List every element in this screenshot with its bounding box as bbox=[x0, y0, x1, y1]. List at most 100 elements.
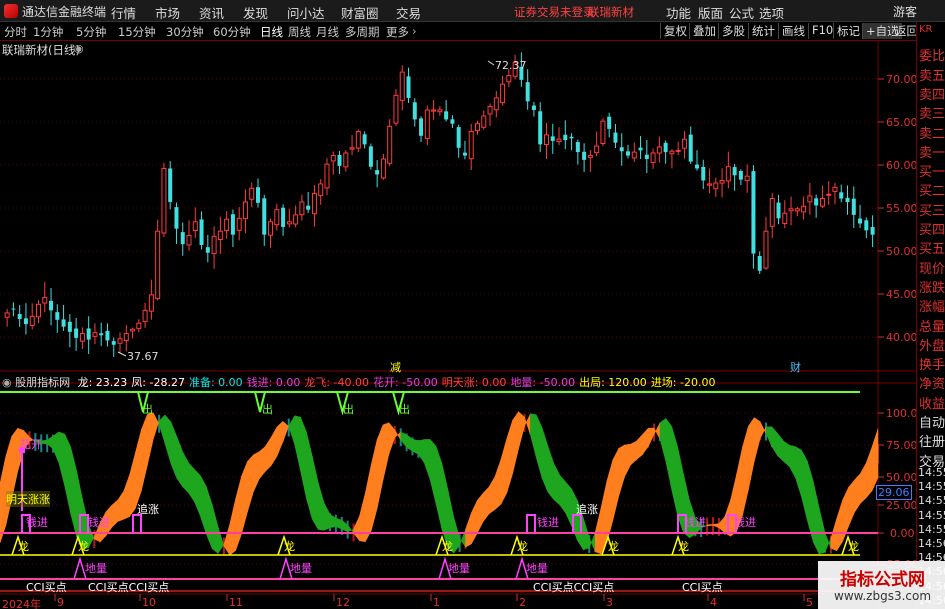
toolbar-restore-rights[interactable]: 复权 bbox=[660, 23, 690, 39]
signal-long-label: 龙 bbox=[608, 540, 619, 553]
menu-item-discover[interactable]: 发现 bbox=[243, 3, 268, 22]
menu-item-xiaoda[interactable]: 问小达 bbox=[287, 3, 325, 22]
candle-body bbox=[713, 182, 719, 190]
candle-body bbox=[669, 150, 675, 155]
signal-qianjin-label: 钱进 bbox=[537, 516, 559, 529]
indicator-options-icon[interactable]: ◉ bbox=[2, 376, 12, 389]
indicator-ribbon bbox=[818, 507, 826, 555]
signal-diliang-label: 地量 bbox=[290, 562, 312, 575]
side-panel-item: 卖四 bbox=[919, 87, 945, 102]
price-axis-label: 60.00 bbox=[886, 159, 918, 172]
signal-chu-label: 出 bbox=[343, 403, 354, 416]
indicator-ribbon bbox=[164, 414, 172, 464]
menu-layout[interactable]: 版面 bbox=[698, 3, 723, 22]
side-panel-item: 卖三 bbox=[919, 107, 945, 122]
candle-body bbox=[732, 167, 737, 176]
chevron-right-icon[interactable]: › bbox=[412, 24, 417, 38]
toolbar-f10[interactable]: F10 bbox=[808, 23, 836, 39]
signal-diliang-label: 地量 bbox=[526, 562, 548, 575]
period-5min[interactable]: 5分钟 bbox=[76, 24, 106, 40]
candle-body bbox=[224, 218, 230, 231]
period-weekly[interactable]: 周线 bbox=[288, 24, 311, 40]
menu-function[interactable]: 功能 bbox=[666, 3, 691, 22]
trade-login-notice[interactable]: 证券交易未登录 bbox=[514, 4, 595, 20]
period-multi[interactable]: 多周期 bbox=[345, 24, 380, 40]
current-stock-name: 联瑞新材 bbox=[588, 5, 634, 19]
watermark-title: 指标公式网 bbox=[840, 570, 925, 590]
candle-body bbox=[788, 208, 794, 212]
toolbar-statistics[interactable]: 统计 bbox=[748, 23, 778, 39]
indicator-ribbon bbox=[241, 461, 248, 534]
toolbar-multi-stock[interactable]: 多股 bbox=[718, 23, 748, 39]
indicator-ribbon bbox=[117, 490, 124, 522]
candle-body bbox=[870, 227, 875, 235]
date-axis-label: 4 bbox=[710, 596, 717, 609]
period-daily[interactable]: 日线 bbox=[260, 24, 283, 40]
candle-body bbox=[594, 145, 600, 154]
signal-chu-label: 出 bbox=[142, 403, 153, 416]
date-axis-label: 10 bbox=[142, 596, 156, 609]
candle-body bbox=[563, 134, 568, 141]
toolbar-mark[interactable]: 标记 bbox=[833, 23, 863, 39]
signal-chu-label: 出 bbox=[262, 403, 273, 416]
signal-mingtianzhang-label: 明天涨涨 bbox=[6, 491, 50, 507]
indicator-ribbon bbox=[5, 436, 13, 526]
candle-body bbox=[29, 315, 35, 326]
candle-body bbox=[500, 83, 506, 104]
indicator-ribbon bbox=[365, 464, 372, 542]
candle-body bbox=[17, 314, 22, 319]
side-panel-item[interactable]: 往册 bbox=[919, 431, 945, 449]
indicator-ribbon bbox=[606, 459, 614, 543]
side-panel-item: 买四 bbox=[919, 223, 945, 237]
indicator-name[interactable]: 股朋指标网 bbox=[15, 376, 70, 389]
indicator-ribbon bbox=[300, 417, 307, 499]
side-panel-item: 收益 bbox=[919, 396, 945, 411]
candle-body bbox=[236, 217, 242, 231]
period-monthly[interactable]: 月线 bbox=[316, 24, 339, 40]
price-axis-label: 40.00 bbox=[886, 331, 918, 344]
chart-area[interactable]: 联瑞新材(日线) ◉ 72.37 37.67 减 财 70.00 65.00 6… bbox=[0, 41, 925, 609]
candle-body bbox=[343, 152, 349, 168]
menu-item-wealth-circle[interactable]: 财富圈 bbox=[341, 3, 379, 22]
indicator-ribbon bbox=[247, 454, 254, 512]
indicator-value-item: 出局: 120.00 bbox=[579, 376, 647, 389]
period-timeshare[interactable]: 分时 bbox=[4, 24, 27, 40]
indicator-ribbon bbox=[194, 468, 201, 517]
menu-item-news[interactable]: 资讯 bbox=[199, 3, 224, 22]
candle-body bbox=[456, 127, 461, 148]
candle-body bbox=[4, 312, 10, 318]
signal-long-label: 龙 bbox=[18, 540, 29, 553]
toolbar-draw-line[interactable]: 画线 bbox=[778, 23, 808, 39]
period-15min[interactable]: 15分钟 bbox=[118, 24, 156, 40]
candle-body bbox=[776, 202, 781, 219]
kline-and-indicator-chart[interactable] bbox=[0, 41, 916, 609]
candle-body bbox=[437, 109, 443, 113]
menu-formula[interactable]: 公式 bbox=[729, 3, 754, 22]
period-60min[interactable]: 60分钟 bbox=[213, 24, 251, 40]
side-panel-item[interactable]: 自动 bbox=[919, 412, 945, 430]
indicator-ribbon bbox=[58, 431, 66, 487]
guest-login[interactable]: 游客 bbox=[893, 3, 917, 20]
menu-options[interactable]: 选项 bbox=[759, 3, 784, 22]
candle-body bbox=[230, 214, 235, 235]
chart-options-icon[interactable]: ◉ bbox=[74, 42, 84, 55]
candle-body bbox=[199, 219, 204, 245]
candle-body bbox=[631, 151, 637, 159]
menu-item-trade[interactable]: 交易 bbox=[396, 3, 421, 22]
candle-body bbox=[587, 155, 593, 158]
menu-item-market[interactable]: 市场 bbox=[155, 3, 180, 22]
period-1min[interactable]: 1分钟 bbox=[33, 24, 63, 40]
indicator-ribbon bbox=[435, 446, 443, 530]
period-30min[interactable]: 30分钟 bbox=[166, 24, 204, 40]
indicator-ribbon bbox=[642, 427, 649, 456]
indicator-ribbon bbox=[535, 414, 543, 479]
candle-body bbox=[130, 328, 136, 332]
indicator-ribbon bbox=[276, 420, 284, 457]
signal-long-label: 龙 bbox=[442, 540, 453, 553]
toolbar-overlay[interactable]: 叠加 bbox=[689, 23, 719, 39]
candle-body bbox=[299, 201, 305, 216]
period-more[interactable]: 更多 bbox=[386, 24, 409, 40]
menu-item-quotes[interactable]: 行情 bbox=[111, 3, 136, 22]
side-panel-item: 卖二 bbox=[919, 126, 945, 141]
indicator-ribbon bbox=[176, 436, 183, 488]
